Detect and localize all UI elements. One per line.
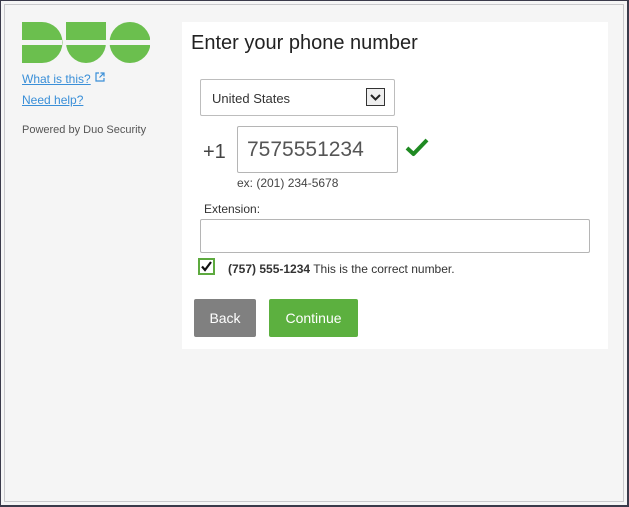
country-code: +1: [203, 141, 226, 163]
continue-button[interactable]: Continue: [269, 299, 358, 337]
confirm-number-checkbox[interactable]: [198, 258, 215, 275]
country-select-value: United States: [212, 91, 291, 106]
back-button[interactable]: Back: [194, 299, 256, 337]
chevron-down-icon[interactable]: [366, 88, 385, 106]
country-select[interactable]: United States: [200, 79, 395, 116]
confirm-number-text: (757) 555-1234 This is the correct numbe…: [228, 262, 455, 276]
page-title: Enter your phone number: [191, 32, 418, 54]
what-is-this-label: What is this?: [22, 72, 91, 86]
need-help-link[interactable]: Need help?: [22, 93, 83, 107]
confirm-number-value: (757) 555-1234: [228, 262, 311, 276]
duo-logo: [22, 22, 150, 63]
checkbox-check-icon: [201, 261, 212, 272]
phone-example-hint: ex: (201) 234-5678: [237, 176, 339, 190]
phone-number-input[interactable]: [237, 126, 398, 173]
powered-by-text: Powered by Duo Security: [22, 124, 147, 136]
what-is-this-link[interactable]: What is this?: [22, 71, 105, 86]
extension-label: Extension:: [204, 202, 261, 216]
external-link-icon: [95, 71, 105, 85]
app-window: What is this? Need help? Powered by Duo …: [0, 0, 629, 507]
enrollment-card: Enter your phone number United States +1…: [182, 22, 608, 349]
checkmark-icon: [405, 138, 429, 156]
confirm-number-label: This is the correct number.: [313, 262, 455, 276]
extension-input[interactable]: [200, 219, 590, 253]
